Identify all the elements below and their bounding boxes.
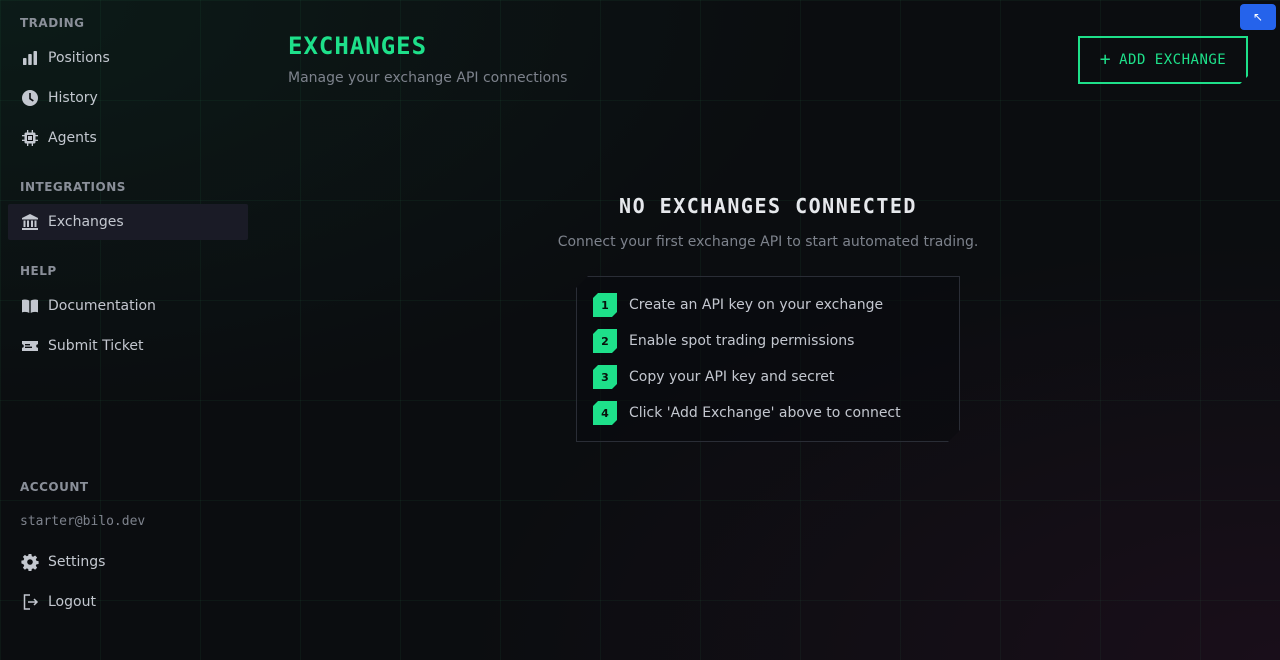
page-title: EXCHANGES <box>288 32 428 60</box>
sidebar-item-logout[interactable]: Logout <box>8 584 248 620</box>
section-label-integrations: INTEGRATIONS <box>20 180 126 194</box>
gear-icon <box>20 552 40 572</box>
plus-icon: + <box>1099 49 1112 70</box>
sidebar-item-label: Logout <box>48 594 96 610</box>
empty-state-description: Connect your first exchange API to start… <box>557 234 979 250</box>
account-email: starter@bilo.dev <box>20 514 146 529</box>
sidebar-item-label: Exchanges <box>48 214 124 230</box>
empty-state-title: NO EXCHANGES CONNECTED <box>619 194 917 218</box>
sidebar: TRADING Positions History Agents INTEGRA… <box>0 0 256 660</box>
clock-icon <box>20 88 40 108</box>
sidebar-item-submit-ticket[interactable]: Submit Ticket <box>8 328 248 364</box>
sidebar-item-label: Submit Ticket <box>48 338 144 354</box>
sidebar-item-settings[interactable]: Settings <box>8 544 248 580</box>
setup-step: 1 Create an API key on your exchange <box>593 293 883 317</box>
section-label-help: HELP <box>20 264 57 278</box>
bar-chart-icon <box>20 48 40 68</box>
sidebar-item-exchanges[interactable]: Exchanges <box>8 204 248 240</box>
ticket-icon <box>20 336 40 356</box>
logout-icon <box>20 592 40 612</box>
sidebar-item-agents[interactable]: Agents <box>8 120 248 156</box>
step-number-badge: 3 <box>593 365 617 389</box>
cpu-icon <box>20 128 40 148</box>
add-exchange-button[interactable]: + ADD EXCHANGE <box>1078 36 1248 84</box>
step-number-badge: 4 <box>593 401 617 425</box>
arrow-up-left-icon: ↖ <box>1252 10 1264 24</box>
sidebar-item-positions[interactable]: Positions <box>8 40 248 76</box>
sidebar-item-label: Documentation <box>48 298 156 314</box>
step-text: Enable spot trading permissions <box>629 333 855 349</box>
step-text: Copy your API key and secret <box>629 369 835 385</box>
book-icon <box>20 296 40 316</box>
page-subtitle: Manage your exchange API connections <box>288 70 568 86</box>
section-label-trading: TRADING <box>20 16 85 30</box>
sidebar-item-label: History <box>48 90 98 106</box>
setup-step: 2 Enable spot trading permissions <box>593 329 854 353</box>
section-label-account: ACCOUNT <box>20 480 89 494</box>
add-exchange-label: ADD EXCHANGE <box>1119 52 1227 68</box>
corner-action-button[interactable]: ↖ <box>1240 4 1276 30</box>
setup-step: 4 Click 'Add Exchange' above to connect <box>593 401 901 425</box>
step-text: Create an API key on your exchange <box>629 297 884 313</box>
step-number-badge: 1 <box>593 293 617 317</box>
step-number-badge: 2 <box>593 329 617 353</box>
setup-step: 3 Copy your API key and secret <box>593 365 834 389</box>
sidebar-item-label: Settings <box>48 554 106 570</box>
sidebar-item-label: Positions <box>48 50 110 66</box>
setup-steps-panel: 1 Create an API key on your exchange 2 E… <box>576 276 960 442</box>
sidebar-item-documentation[interactable]: Documentation <box>8 288 248 324</box>
sidebar-item-label: Agents <box>48 130 97 146</box>
bank-icon <box>20 212 40 232</box>
sidebar-item-history[interactable]: History <box>8 80 248 116</box>
step-text: Click 'Add Exchange' above to connect <box>629 405 901 421</box>
